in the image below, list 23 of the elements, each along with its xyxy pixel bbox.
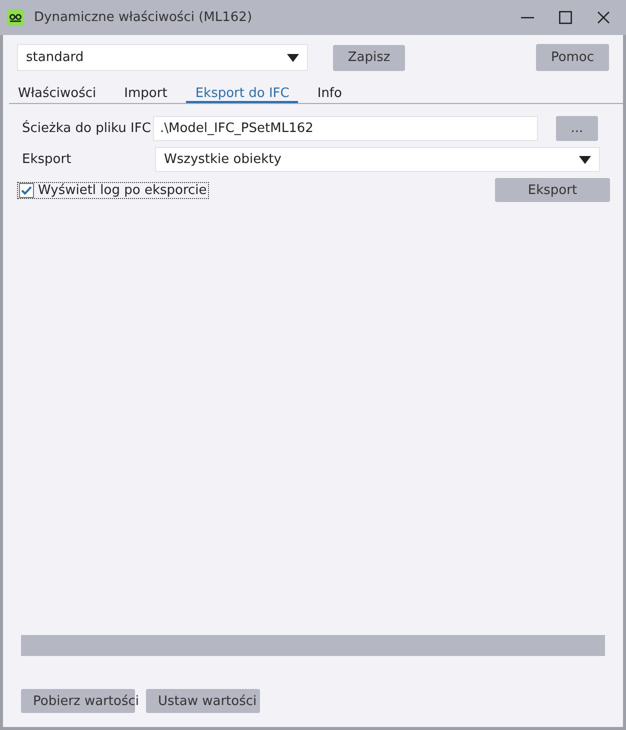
export-dropdown[interactable]: Wszystkie obiekty: [155, 147, 600, 172]
log-checkbox[interactable]: Wyświetl log po eksporcie: [17, 182, 209, 198]
app-icon: [7, 9, 24, 26]
window-title: Dynamiczne właściwości (ML162): [34, 10, 254, 25]
profile-dropdown[interactable]: standard: [17, 44, 308, 71]
export-button[interactable]: Eksport: [495, 178, 610, 202]
checkmark-icon: [21, 186, 32, 194]
minimize-icon[interactable]: [520, 16, 534, 18]
path-input-field[interactable]: .\Model_IFC_PSetML162: [153, 116, 538, 141]
help-button[interactable]: Pomoc: [536, 44, 609, 71]
caret-icon: [287, 54, 299, 62]
close-icon[interactable]: [596, 11, 610, 24]
maximize-icon[interactable]: [558, 11, 572, 24]
caret-icon: [579, 156, 591, 164]
tab[interactable]: Eksport do IFC: [186, 86, 298, 103]
field-label: Ścieżka do pliku IFC: [22, 121, 152, 136]
field-label: Eksport: [22, 152, 72, 167]
browse-button[interactable]: ...: [556, 116, 598, 141]
tab[interactable]: Właściwości: [9, 86, 106, 102]
tab[interactable]: Import: [115, 86, 176, 102]
tab[interactable]: Info: [308, 86, 351, 102]
set-values-button[interactable]: Ustaw wartości: [146, 689, 260, 713]
save-button[interactable]: Zapisz: [333, 44, 405, 70]
